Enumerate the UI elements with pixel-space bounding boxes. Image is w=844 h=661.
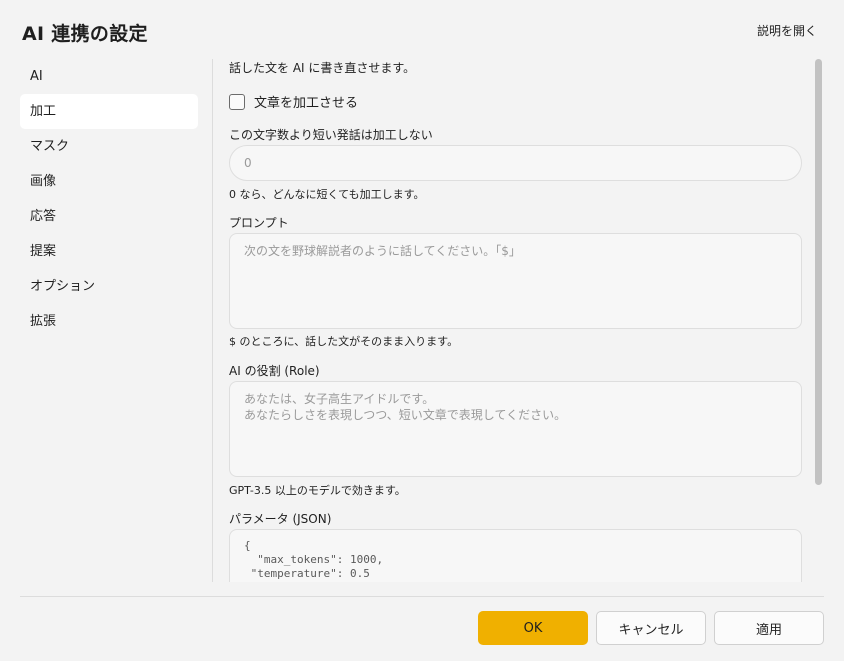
params-line3: "temperature": 0.5 (244, 567, 370, 580)
sidebar-item-ai[interactable]: AI (20, 59, 198, 94)
role-label: AI の役割 (Role) (229, 364, 320, 378)
role-hint: GPT-3.5 以上のモデルで効きます。 (229, 484, 406, 497)
sidebar: AI 加工 マスク 画像 応答 提案 オプション 拡張 (20, 59, 198, 339)
params-line1: { (244, 539, 251, 552)
params-textarea[interactable]: { "max_tokens": 1000, "temperature": 0.5 (229, 529, 802, 582)
prompt-label: プロンプト (229, 216, 289, 230)
sidebar-item-response[interactable]: 応答 (20, 199, 198, 234)
role-textarea[interactable]: あなたは、女子高生アイドルです。 あなたらしさを表現しつつ、短い文章で表現してく… (229, 381, 802, 477)
prompt-textarea[interactable]: 次の文を野球解説者のように話してください。「$」 (229, 233, 802, 329)
window-title: AI 連携の設定 (22, 23, 148, 45)
apply-button[interactable]: 適用 (714, 611, 824, 645)
ok-button[interactable]: OK (478, 611, 588, 645)
content-scrollbar[interactable] (815, 59, 822, 485)
sidebar-item-processing[interactable]: 加工 (20, 94, 198, 129)
sidebar-item-image[interactable]: 画像 (20, 164, 198, 199)
prompt-hint: $ のところに、話した文がそのまま入ります。 (229, 335, 459, 348)
sidebar-item-options[interactable]: オプション (20, 269, 198, 304)
prompt-placeholder: 次の文を野球解説者のように話してください。「$」 (244, 244, 521, 258)
params-line2: "max_tokens": 1000, (244, 553, 384, 566)
min-length-label: この文字数より短い発話は加工しない (229, 128, 433, 142)
role-placeholder-line1: あなたは、女子高生アイドルです。 (244, 392, 435, 406)
role-placeholder-line2: あなたらしさを表現しつつ、短い文章で表現してください。 (244, 408, 567, 422)
enable-processing-label: 文章を加工させる (254, 96, 359, 111)
min-length-input[interactable]: 0 (229, 145, 802, 181)
section-description: 話した文を AI に書き直させます。 (229, 61, 416, 75)
sidebar-item-mask[interactable]: マスク (20, 129, 198, 164)
params-label: パラメータ (JSON) (229, 512, 332, 526)
settings-panel: 話した文を AI に書き直させます。 文章を加工させる この文字数より短い発話は… (213, 59, 813, 582)
enable-processing-checkbox[interactable] (229, 93, 245, 110)
help-link[interactable]: 説明を開く (757, 22, 817, 39)
sidebar-item-extensions[interactable]: 拡張 (20, 304, 198, 339)
min-length-hint: 0 なら、どんなに短くても加工します。 (229, 188, 425, 201)
footer-divider (20, 596, 824, 597)
cancel-button[interactable]: キャンセル (596, 611, 706, 645)
enable-processing-row[interactable]: 文章を加工させる (229, 92, 358, 111)
sidebar-item-suggestion[interactable]: 提案 (20, 234, 198, 269)
